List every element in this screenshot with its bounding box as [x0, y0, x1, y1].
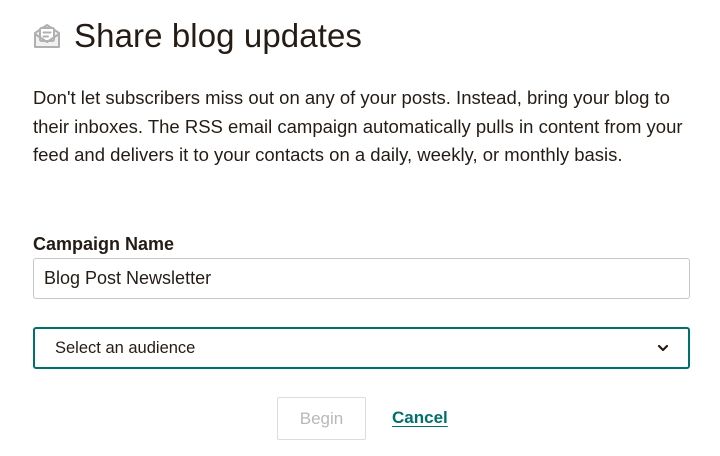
campaign-name-label: Campaign Name — [33, 234, 175, 254]
audience-select-value: Select an audience — [55, 338, 196, 357]
cancel-link[interactable]: Cancel — [392, 406, 448, 430]
audience-select[interactable]: Select an audience — [33, 327, 690, 369]
chevron-down-icon — [656, 341, 670, 355]
share-blog-updates-dialog: Share blog updates Don't let subscribers… — [0, 0, 720, 456]
description-text: Don't let subscribers miss out on any of… — [33, 87, 683, 165]
dialog-header: Share blog updates — [32, 14, 362, 58]
campaign-name-input[interactable] — [33, 258, 690, 299]
begin-button[interactable]: Begin — [277, 397, 366, 440]
page-title: Share blog updates — [74, 17, 363, 54]
newsletter-envelope-icon — [32, 21, 62, 51]
